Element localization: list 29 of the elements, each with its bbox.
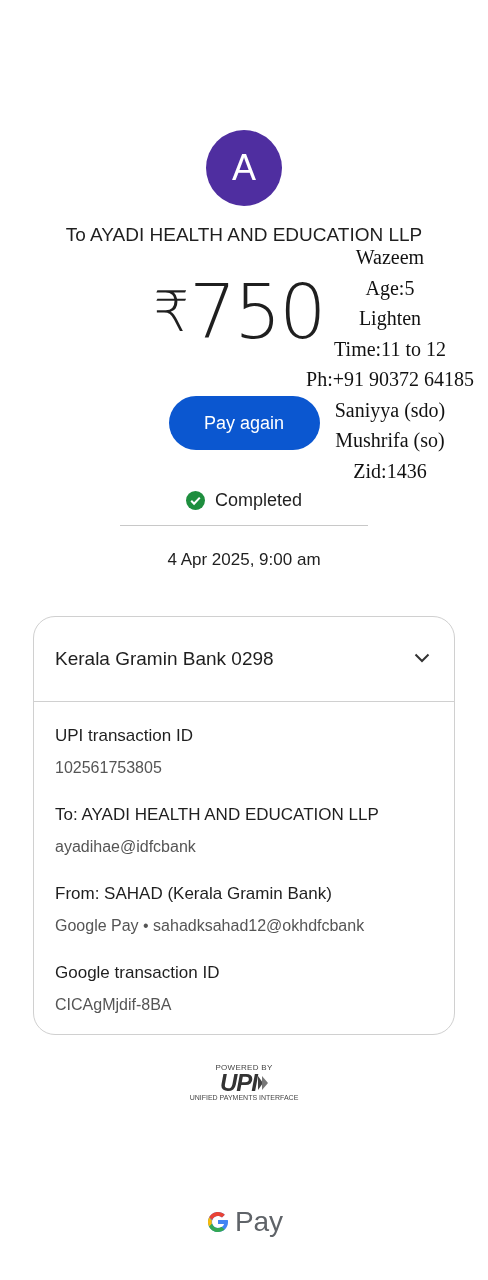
status-text: Completed <box>214 490 302 511</box>
amount-text: ₹750 <box>153 272 325 352</box>
detail-value: 102561753805 <box>55 759 163 777</box>
note-text: Ph:+91 90372 64185 <box>306 367 474 392</box>
note-text: Saniyya (sdo) <box>334 397 446 424</box>
detail-label: To: AYADI HEALTH AND EDUCATION LLP <box>55 805 380 825</box>
note-text: Wazeem <box>355 245 425 270</box>
note-text: Mushrifa (so) <box>335 428 445 454</box>
powered-by-text: POWERED BY <box>215 1063 273 1072</box>
chevron-icon[interactable] <box>414 653 430 663</box>
detail-label: From: SAHAD (Kerala Gramin Bank) <box>55 884 333 904</box>
detail-label: UPI transaction ID <box>55 726 194 746</box>
date-text: 4 Apr 2025, 9:00 am <box>167 550 321 570</box>
check-circle-icon <box>185 491 205 510</box>
note-text: Age:5 <box>365 275 415 302</box>
detail-value: CICAgMjdif-8BA <box>55 996 173 1014</box>
detail-value: ayadihae@idfcbank <box>55 838 197 856</box>
bank-account-text: Kerala Gramin Bank 0298 <box>55 648 274 670</box>
upi-logo-text: UPI <box>220 1072 257 1094</box>
detail-value: Google Pay • sahadksahad12@okhdfcbank <box>55 917 366 935</box>
note-text: Zid:1436 <box>353 458 427 484</box>
note-text: Time:11 to 12 <box>334 336 446 362</box>
avatar: A <box>206 130 282 206</box>
note-text: Lighten <box>358 306 422 332</box>
arrows-icon <box>258 1076 268 1090</box>
recipient-title: To AYADI HEALTH AND EDUCATION LLP <box>65 224 423 246</box>
pay-again-button[interactable]: Pay again <box>168 396 320 450</box>
pay-logo-text: Pay <box>234 1206 284 1238</box>
detail-label: Google transaction ID <box>55 963 221 983</box>
